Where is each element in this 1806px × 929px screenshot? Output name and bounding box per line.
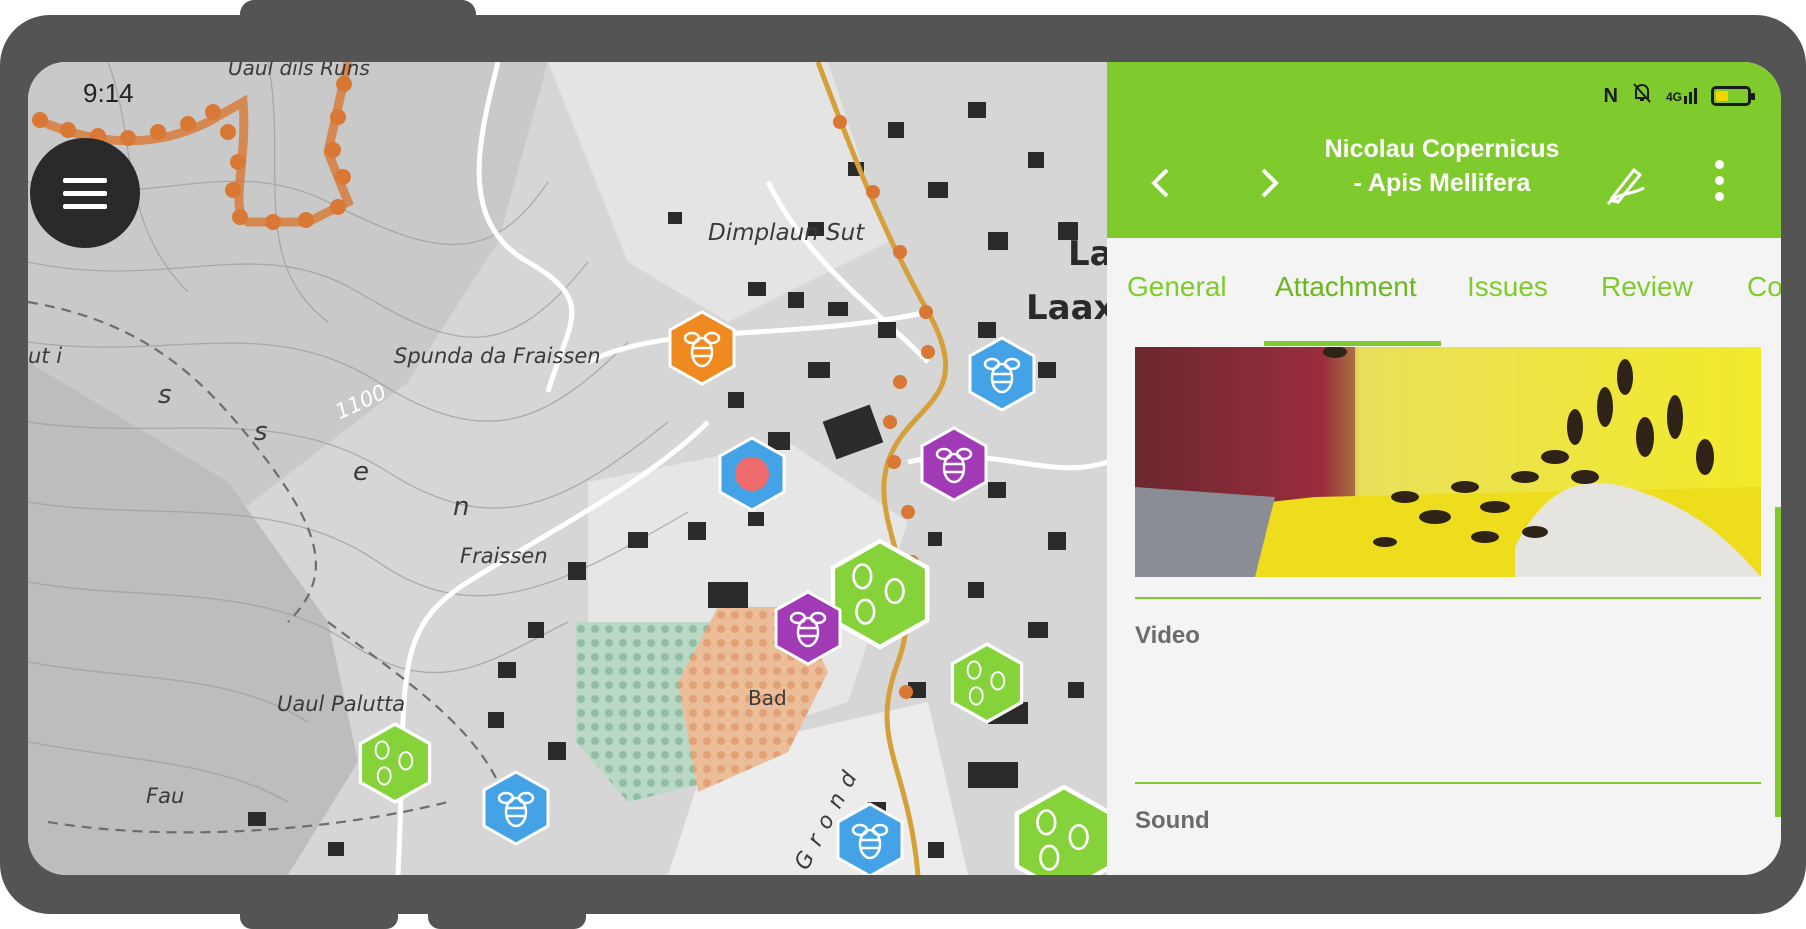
- map-label: Bad: [748, 686, 787, 710]
- more-vert-icon: [1714, 160, 1724, 169]
- bee-hive-marker-purple[interactable]: [774, 590, 842, 666]
- tab-bar: General Attachment Issues Review Co: [1107, 238, 1781, 334]
- bee-hive-marker-purple[interactable]: [920, 426, 988, 502]
- screen: Uaul dils Runs Dimplaun Sut Spunda da Fr…: [28, 62, 1781, 875]
- hamburger-icon: [63, 178, 107, 183]
- bee-cluster-marker-green[interactable]: [358, 722, 432, 804]
- bee-cluster-marker-green[interactable]: [830, 538, 930, 650]
- previous-feature-button[interactable]: [1149, 166, 1171, 207]
- sound-field-label: Sound: [1135, 807, 1210, 834]
- map-label: ut i: [28, 344, 63, 368]
- tab-review[interactable]: Review: [1601, 271, 1693, 303]
- map-label: Uaul dils Runs: [228, 62, 370, 80]
- next-feature-button[interactable]: [1259, 166, 1281, 207]
- chevron-right-icon: [1261, 168, 1279, 198]
- status-time: 9:14: [83, 78, 134, 108]
- app-bar: N 4G Nicolau Copernicus - Apis Mellifera: [1107, 62, 1781, 238]
- edit-pen-icon: [1606, 167, 1645, 206]
- map-label: Fau: [146, 784, 185, 808]
- battery-icon: [1711, 86, 1755, 106]
- main-menu-button[interactable]: [30, 138, 140, 248]
- bee-hive-marker-blue[interactable]: [968, 336, 1036, 412]
- bee-cluster-marker-green[interactable]: [1014, 784, 1114, 875]
- tab-general[interactable]: General: [1127, 271, 1227, 303]
- bee-cluster-marker-green[interactable]: [950, 642, 1024, 724]
- more-options-button[interactable]: [1712, 160, 1726, 210]
- feature-detail-panel: N 4G Nicolau Copernicus - Apis Mellifera…: [1107, 62, 1781, 875]
- map-label: s: [254, 417, 268, 447]
- chevron-left-icon: [1151, 168, 1169, 198]
- status-icons: N 4G: [1603, 82, 1755, 110]
- map-label: Spunda da Fraissen: [394, 344, 601, 368]
- map-view[interactable]: Uaul dils Runs Dimplaun Sut Spunda da Fr…: [28, 62, 1115, 875]
- bell-off-icon: [1632, 82, 1652, 110]
- nfc-icon: N: [1603, 84, 1618, 107]
- feature-title: Nicolau Copernicus - Apis Mellifera: [1324, 135, 1560, 197]
- tab-attachment[interactable]: Attachment: [1275, 271, 1417, 303]
- active-tab-indicator: [1264, 341, 1441, 346]
- scrollbar-thumb[interactable]: [1775, 507, 1781, 817]
- map-label: e: [353, 457, 369, 487]
- divider: [1135, 782, 1761, 784]
- map-label: s: [158, 380, 172, 410]
- map-label: Uaul Palutta: [277, 692, 406, 716]
- network-type: 4G: [1665, 90, 1682, 104]
- map-label: Laax: [1026, 288, 1116, 328]
- map-label: Dimplaun Sut: [708, 220, 865, 246]
- edit-geometry-button[interactable]: [1604, 162, 1648, 211]
- map-label: n: [453, 492, 470, 522]
- bee-hive-marker-blue[interactable]: [482, 770, 550, 846]
- divider: [1135, 597, 1761, 599]
- current-location-marker[interactable]: [718, 436, 786, 512]
- attachment-photo[interactable]: [1135, 347, 1761, 577]
- tab-co[interactable]: Co: [1747, 271, 1781, 303]
- tab-issues[interactable]: Issues: [1467, 271, 1548, 303]
- map-label: Fraissen: [460, 544, 548, 568]
- signal-icon: 4G: [1666, 88, 1697, 104]
- video-field-label: Video: [1135, 622, 1200, 649]
- bee-hive-marker-orange[interactable]: [668, 310, 736, 386]
- hamburger-icon-bar: [63, 191, 107, 196]
- bee-hive-marker-blue[interactable]: [836, 802, 904, 875]
- map-label: La: [1068, 234, 1113, 274]
- tablet-frame: Uaul dils Runs Dimplaun Sut Spunda da Fr…: [0, 15, 1806, 914]
- hamburger-icon-bar: [63, 204, 107, 209]
